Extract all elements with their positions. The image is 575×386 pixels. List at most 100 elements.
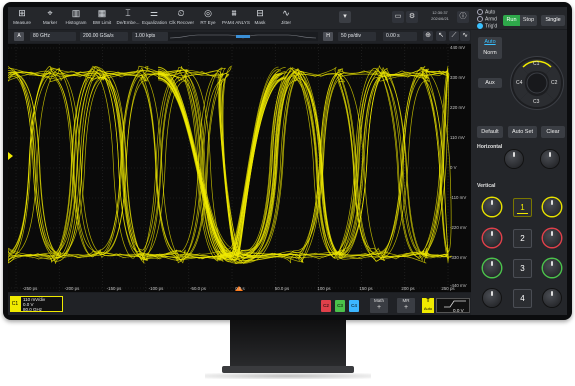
x-tick-label: 0.0 s <box>235 286 245 291</box>
x-tick-label: -250 ps <box>22 286 38 291</box>
deembed-icon: ⌶ <box>125 8 131 18</box>
toolbar-item-deembed[interactable]: ⌶ De/Embe... <box>116 8 140 28</box>
vertical-section-title: Vertical <box>477 183 496 189</box>
info-icon: ⓘ <box>459 13 467 20</box>
channel-3-button[interactable]: 3 <box>513 259 532 278</box>
toolbar-item-rt-eye[interactable]: ◎ RT Eye <box>196 8 220 28</box>
waveform-display[interactable] <box>8 44 471 292</box>
toolbar-item-bw-limit[interactable]: ▦ BW Limit <box>90 8 114 28</box>
trigger-status-armd: Armd <box>477 16 497 23</box>
bandwidth-field[interactable]: 80 GHz <box>30 32 76 41</box>
toolbar-item-equalization[interactable]: ⚌ Equalization <box>142 8 167 28</box>
channel-4-chip[interactable]: C4 <box>349 300 359 312</box>
stand-shadow <box>205 373 371 379</box>
channel-1-button[interactable]: 1 <box>513 198 532 217</box>
zoom-button[interactable]: ⊕ <box>423 31 433 41</box>
info-button[interactable]: ⓘ <box>457 11 469 23</box>
toolbar-item-clock-recover[interactable]: ⏲ Clk Recover <box>169 8 194 28</box>
trigger-button[interactable]: T Auto <box>422 298 434 313</box>
pam4-icon: ⩩ <box>231 8 237 18</box>
run-stop-control[interactable]: Run Stop <box>503 15 537 26</box>
y-tick-label: 220 mV <box>450 105 466 110</box>
memory-ref-button[interactable]: MR + <box>397 298 415 313</box>
horizontal-position-knob[interactable] <box>541 150 559 168</box>
run-button[interactable]: Run <box>503 15 520 26</box>
x-tick-label: 50.0 ps <box>274 286 290 291</box>
ch2-scale-knob[interactable] <box>483 229 501 247</box>
window-icon: ▭ <box>394 13 402 20</box>
wheel-label-c2: C2 <box>551 80 558 86</box>
x-tick-label: -200 ps <box>64 286 80 291</box>
x-tick-label: 200 ps <box>401 286 415 291</box>
ch1-scale-knob[interactable] <box>483 198 501 216</box>
math-button[interactable]: Math + <box>370 298 388 313</box>
channel-2-button[interactable]: 2 <box>513 229 532 248</box>
ch1-offset-knob[interactable] <box>543 198 561 216</box>
channel-4-button[interactable]: 4 <box>513 289 532 308</box>
y-tick-label: -220 mV <box>450 225 467 230</box>
trace-icon: ∿ <box>462 32 468 39</box>
toolbar-item-mask[interactable]: ⊟ Mask <box>248 8 272 28</box>
channel-1-info[interactable]: 110 mV/div 0.0 V 80.0 GHz <box>20 296 63 312</box>
y-tick-label: 330 mV <box>450 75 466 80</box>
gear-icon: ⚙ <box>408 13 416 20</box>
ch3-scale-knob[interactable] <box>483 259 501 277</box>
ch4-offset-knob[interactable] <box>543 289 561 307</box>
horizontal-h-chip[interactable]: H <box>323 32 333 41</box>
jitter-icon: ∿ <box>282 8 290 18</box>
time-offset-field[interactable]: 0.00 s <box>383 32 417 41</box>
toolbar-item-pam4[interactable]: ⩩ PAM4 ANLYS <box>222 8 250 28</box>
marker-icon: ⌖ <box>47 8 53 18</box>
stop-button[interactable]: Stop <box>520 15 537 26</box>
memory-depth-field[interactable]: 1.00 kpts <box>132 32 168 41</box>
channel-2-chip[interactable]: C2 <box>321 300 331 312</box>
trigger-info[interactable]: 0.0 V <box>436 298 470 313</box>
oscilloscope-screen: ⊞ Measure ⌖ Marker ▥ Histogram ▦ BW Limi… <box>8 7 567 315</box>
auto-norm-toggle[interactable]: Auto Norm <box>478 37 502 59</box>
time-div-field[interactable]: 50 ps/div <box>338 32 376 41</box>
y-tick-label: -110 mV <box>450 195 467 200</box>
channel-3-chip[interactable]: C3 <box>335 300 345 312</box>
ch3-offset-knob[interactable] <box>543 259 561 277</box>
channel-1-offset-marker <box>8 152 13 160</box>
toolbar-dropdown-button[interactable]: ▾ <box>339 11 351 23</box>
toolbar-item-jitter[interactable]: ∿ Jitter <box>274 8 298 28</box>
horizontal-scale-knob[interactable] <box>505 150 523 168</box>
x-tick-label: 100 ps <box>317 286 331 291</box>
monitor-bezel: ⊞ Measure ⌖ Marker ▥ Histogram ▦ BW Limi… <box>3 2 572 320</box>
waveform-navigator[interactable] <box>168 32 318 41</box>
draw-icon: ⟋ <box>451 32 457 39</box>
toolbar-item-marker[interactable]: ⌖ Marker <box>38 8 62 28</box>
wheel-label-c4: C4 <box>516 80 523 86</box>
ch4-scale-knob[interactable] <box>483 289 501 307</box>
x-tick-label: 250 ps <box>441 286 455 291</box>
single-button[interactable]: Single <box>541 15 565 26</box>
sample-rate-field[interactable]: 200.00 GSa/s <box>80 32 128 41</box>
channel-select-wheel[interactable]: C1 C2 C3 C4 <box>511 57 563 109</box>
wheel-label-c1: C1 <box>533 61 540 67</box>
trace-button[interactable]: ∿ <box>460 31 470 41</box>
zoom-icon: ⊕ <box>425 32 431 39</box>
rising-edge-icon <box>444 300 466 308</box>
cursor-button[interactable]: ↖ <box>436 31 446 41</box>
window-button[interactable]: ▭ <box>392 11 404 23</box>
channel-1-tag[interactable]: C1 <box>10 296 20 312</box>
clock-recover-icon: ⏲ <box>177 8 185 18</box>
draw-button[interactable]: ⟋ <box>449 31 459 41</box>
x-tick-label: 150 ps <box>359 286 373 291</box>
aux-button[interactable]: Aux <box>478 78 502 88</box>
toolbar-item-histogram[interactable]: ▥ Histogram <box>64 8 88 28</box>
mask-icon: ⊟ <box>256 8 264 18</box>
x-tick-label: -100 ps <box>148 286 164 291</box>
horizontal-section-title: Horizontal <box>477 144 503 150</box>
toolbar-item-measure[interactable]: ⊞ Measure <box>10 8 34 28</box>
ch2-offset-knob[interactable] <box>543 229 561 247</box>
y-tick-label: 0 V <box>450 165 457 170</box>
default-button[interactable]: Default <box>477 126 503 138</box>
x-tick-label: -150 ps <box>106 286 122 291</box>
clock: 12:30:37 2024/6/21 <box>431 10 449 21</box>
auto-set-button[interactable]: Auto Set <box>508 126 537 138</box>
acquisition-a-chip[interactable]: A <box>14 32 24 41</box>
settings-button[interactable]: ⚙ <box>406 11 418 23</box>
clear-button[interactable]: Clear <box>541 126 565 138</box>
